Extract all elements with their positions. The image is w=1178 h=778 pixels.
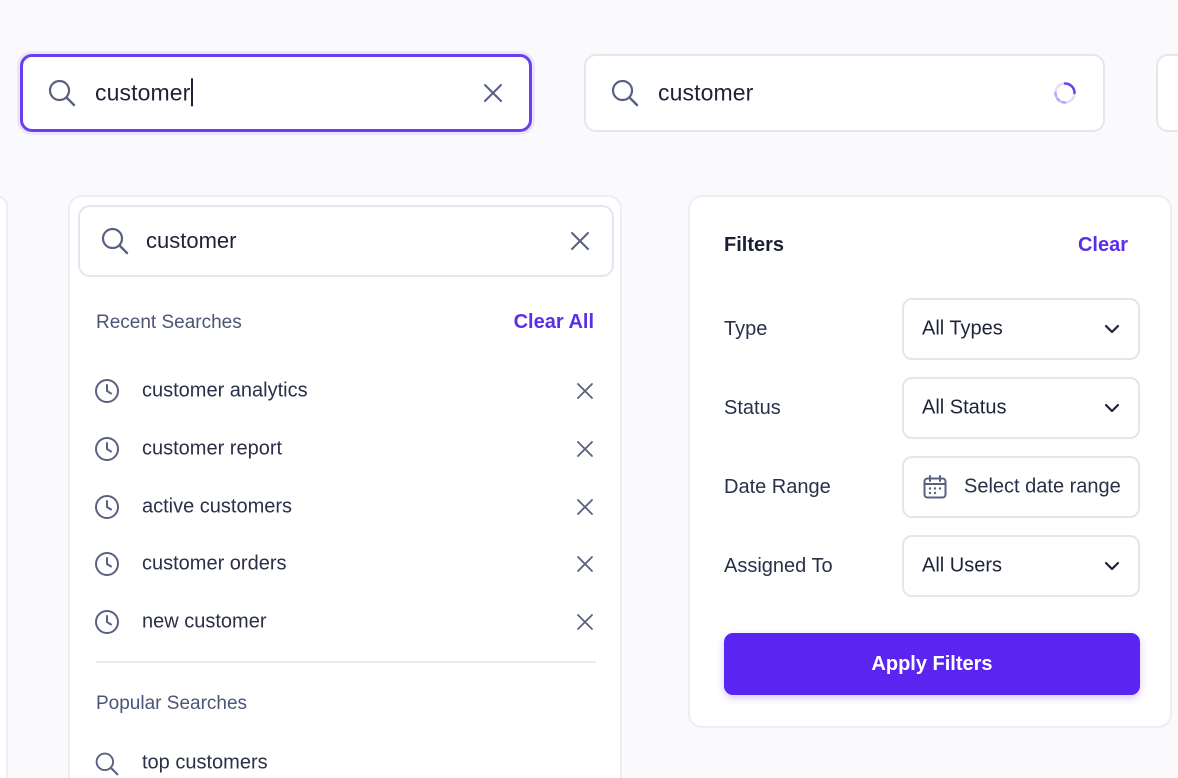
dropdown-search-input[interactable]: customer	[146, 228, 236, 254]
clock-icon	[94, 551, 120, 577]
status-select-value: All Status	[922, 396, 1007, 419]
remove-icon[interactable]	[576, 382, 594, 400]
search-icon	[47, 78, 77, 108]
filters-panel: Filters Clear Type All Types Status All …	[688, 195, 1172, 728]
recent-search-item[interactable]: active customers	[94, 487, 594, 527]
recent-search-label: customer analytics	[142, 379, 308, 402]
type-select-value: All Types	[922, 317, 1003, 340]
remove-icon[interactable]	[576, 555, 594, 573]
recent-search-item[interactable]: customer analytics	[94, 371, 594, 411]
recent-search-label: active customers	[142, 495, 293, 518]
assigned-to-select[interactable]: All Users	[902, 535, 1140, 597]
status-label: Status	[724, 397, 781, 419]
chevron-down-icon	[1104, 561, 1120, 571]
clear-all-link[interactable]: Clear All	[514, 311, 594, 334]
popular-search-label: top customers	[142, 751, 268, 774]
search-icon	[94, 751, 120, 777]
clear-filters-link[interactable]: Clear	[1078, 234, 1128, 257]
search-bar-focused[interactable]: customer	[20, 54, 532, 132]
clock-icon	[94, 378, 120, 404]
remove-icon[interactable]	[576, 613, 594, 631]
left-partial-panel	[0, 196, 8, 778]
remove-icon[interactable]	[576, 440, 594, 458]
date-range-label: Date Range	[724, 476, 831, 498]
filters-title: Filters	[724, 234, 785, 256]
chevron-down-icon	[1104, 403, 1120, 413]
assigned-to-label: Assigned To	[724, 555, 833, 577]
popular-search-item[interactable]: top customers	[94, 743, 594, 778]
recent-search-label: customer orders	[142, 552, 287, 575]
search-icon	[610, 78, 640, 108]
recent-searches-title: Recent Searches	[96, 312, 242, 333]
recent-search-item[interactable]: new customer	[94, 602, 594, 642]
search-bar-loading[interactable]: customer	[584, 54, 1105, 132]
dropdown-search-field[interactable]: customer	[78, 205, 614, 277]
clock-icon	[94, 609, 120, 635]
search-icon	[100, 226, 130, 256]
recent-search-label: new customer	[142, 610, 267, 633]
chevron-down-icon	[1104, 324, 1120, 334]
spinner-icon	[1053, 81, 1077, 105]
recent-search-label: customer report	[142, 437, 283, 460]
recent-search-item[interactable]: customer report	[94, 429, 594, 469]
clock-icon	[94, 494, 120, 520]
remove-icon[interactable]	[576, 498, 594, 516]
apply-filters-button[interactable]: Apply Filters	[724, 633, 1140, 695]
close-icon[interactable]	[483, 83, 503, 103]
divider	[96, 661, 596, 663]
calendar-icon	[922, 474, 948, 500]
clock-icon	[94, 436, 120, 462]
date-range-placeholder: Select date range	[964, 475, 1121, 498]
popular-searches-title: Popular Searches	[96, 693, 248, 714]
search-input[interactable]: customer	[95, 78, 194, 107]
search-bar-partial[interactable]	[1156, 54, 1178, 132]
search-input[interactable]: customer	[658, 80, 753, 107]
text-caret	[191, 78, 194, 107]
close-icon[interactable]	[570, 231, 590, 251]
status-select[interactable]: All Status	[902, 377, 1140, 439]
type-label: Type	[724, 318, 768, 340]
search-dropdown-panel: customer Recent Searches Clear All custo…	[68, 195, 622, 778]
date-range-picker[interactable]: Select date range	[902, 456, 1140, 518]
recent-search-item[interactable]: customer orders	[94, 544, 594, 584]
assigned-to-select-value: All Users	[922, 554, 1003, 577]
type-select[interactable]: All Types	[902, 298, 1140, 360]
